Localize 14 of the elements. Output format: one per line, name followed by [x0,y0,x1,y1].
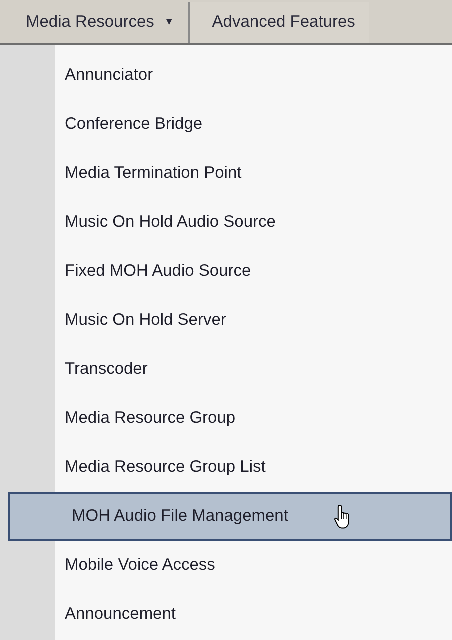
menu-item[interactable]: Media Resource Group [0,394,452,443]
menu-item[interactable]: Transcoder [0,345,452,394]
menu-item[interactable]: Annunciator [0,51,452,100]
menu-item[interactable]: Media Resource Group List [0,443,452,492]
menu-item[interactable]: Announcement [0,590,452,639]
menu-item[interactable]: Music On Hold Server [0,296,452,345]
menu-item[interactable]: Fixed MOH Audio Source [0,247,452,296]
menu-item[interactable]: Mobile Voice Access [0,541,452,590]
caret-icon: ▼ [164,17,174,28]
menu-item[interactable]: Music On Hold Audio Source [0,198,452,247]
menu-tab[interactable]: Advanced Features [190,2,370,43]
menu-item[interactable]: Media Termination Point [0,149,452,198]
menu-item[interactable]: MOH Audio File Management [8,492,452,541]
menu-item[interactable]: Conference Bridge [0,100,452,149]
